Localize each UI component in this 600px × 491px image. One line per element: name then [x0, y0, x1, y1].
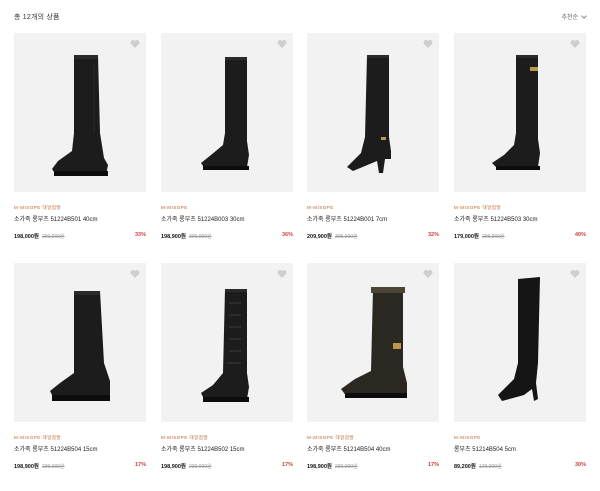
product-image[interactable] — [14, 33, 146, 192]
discount-rate: 17% — [134, 462, 146, 468]
original-price: 299,000원 — [481, 234, 505, 240]
original-price: 305,000원 — [334, 234, 358, 240]
price-row: 198,900원 239,000원 17% — [14, 462, 146, 470]
original-price: 239,000원 — [41, 464, 65, 470]
price-row: 209,900원 305,000원 32% — [307, 232, 439, 240]
original-price: 290,000원 — [41, 234, 65, 240]
discount-rate: 40% — [574, 232, 586, 238]
product-name[interactable]: 소가죽 롱부츠 51224B003 30cm — [161, 214, 245, 223]
sale-price: 198,000원 290,000원 — [14, 234, 65, 240]
product-name[interactable]: 소가죽 롱부츠 51224B501 40cm — [14, 214, 98, 223]
price-row: 198,900원 239,000원 17% — [307, 462, 439, 470]
original-price: 309,000원 — [188, 234, 212, 240]
original-price: 239,000원 — [188, 464, 212, 470]
heart-icon[interactable] — [130, 269, 140, 279]
results-header: 총 12개의 상품 추천순 — [14, 12, 587, 24]
product-brand: M-MISOPE — [454, 435, 481, 440]
sale-price: 89,200원 129,000원 — [454, 464, 502, 470]
product-name[interactable]: 소가죽 롱부츠 51224B503 30cm — [454, 214, 538, 223]
price-row: 198,900원 309,000원 36% — [161, 232, 293, 240]
product-image[interactable] — [307, 263, 439, 422]
product-image[interactable] — [14, 263, 146, 422]
product-brand: M-MISOPE 대일점발 — [14, 435, 62, 440]
product-brand: M-MISOPE 대일점발 — [161, 435, 209, 440]
boot-image — [341, 287, 407, 398]
discount-rate: 17% — [427, 462, 439, 468]
product-image[interactable] — [454, 33, 586, 192]
discount-rate: 36% — [281, 232, 293, 238]
price-row: 179,000원 299,000원 40% — [454, 232, 586, 240]
boot-image — [492, 55, 540, 170]
discount-rate: 30% — [574, 462, 586, 468]
sale-price: 198,900원 239,000원 — [307, 464, 358, 470]
sale-price: 179,000원 299,000원 — [454, 234, 505, 240]
original-price: 129,000원 — [478, 464, 502, 470]
product-brand: M-MISOPE — [307, 205, 334, 210]
boot-image — [50, 291, 110, 401]
boot-image — [52, 55, 108, 176]
product-brand: M-MISOPE — [161, 205, 188, 210]
product-brand: M-MISOPE 대일점발 — [454, 205, 502, 210]
product-count: 총 12개의 상품 — [14, 14, 60, 21]
sale-price: 198,900원 309,000원 — [161, 234, 212, 240]
product-image[interactable] — [161, 263, 293, 422]
heart-icon[interactable] — [130, 39, 140, 49]
original-price: 239,000원 — [334, 464, 358, 470]
sale-price: 198,900원 239,000원 — [161, 464, 212, 470]
chevron-down-icon — [581, 12, 587, 19]
price-row: 89,200원 129,000원 30% — [454, 462, 586, 470]
product-name[interactable]: 소가죽 롱부츠 51224B001 7cm — [307, 214, 387, 223]
heart-icon[interactable] — [570, 269, 580, 279]
discount-rate: 17% — [281, 462, 293, 468]
product-image[interactable] — [307, 33, 439, 192]
heart-icon[interactable] — [423, 269, 433, 279]
sale-price: 209,900원 305,000원 — [307, 234, 358, 240]
sort-dropdown[interactable]: 추천순 — [561, 12, 587, 21]
discount-rate: 33% — [134, 232, 146, 238]
heart-icon[interactable] — [277, 269, 287, 279]
sort-label: 추천순 — [561, 15, 578, 21]
boot-image — [498, 277, 540, 401]
price-row: 198,000원 290,000원 33% — [14, 232, 146, 240]
heart-icon[interactable] — [423, 39, 433, 49]
product-brand: M-MISOPE 대일점발 — [14, 205, 62, 210]
product-image[interactable] — [161, 33, 293, 192]
product-name[interactable]: 소가죽 롱부츠 51224B502 15cm — [161, 444, 245, 453]
discount-rate: 32% — [427, 232, 439, 238]
boot-image — [201, 289, 249, 402]
heart-icon[interactable] — [277, 39, 287, 49]
boot-image — [201, 57, 249, 170]
product-name[interactable]: 소가죽 롱부츠 51214B504 40cm — [307, 444, 391, 453]
product-image[interactable] — [454, 263, 586, 422]
product-name[interactable]: 소가죽 롱부츠 51224B504 15cm — [14, 444, 98, 453]
boot-image — [347, 55, 391, 173]
product-name[interactable]: 롱부츠 51214B504 5cm — [454, 444, 516, 453]
heart-icon[interactable] — [570, 39, 580, 49]
price-row: 198,900원 239,000원 17% — [161, 462, 293, 470]
product-brand: M-MISOPE 대일점발 — [307, 435, 355, 440]
sale-price: 198,900원 239,000원 — [14, 464, 65, 470]
